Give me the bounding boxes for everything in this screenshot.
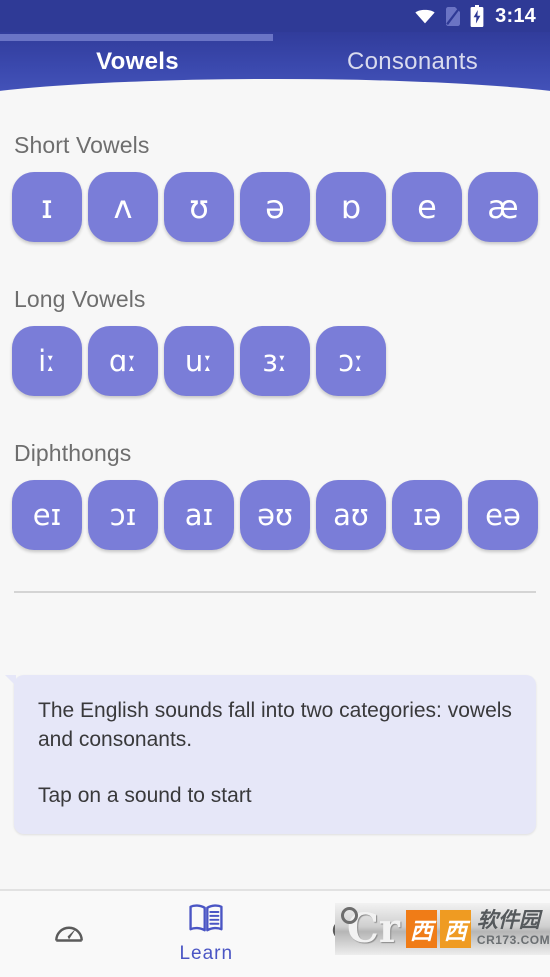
sound-tile[interactable]: e: [392, 172, 462, 242]
status-bar-clock: 3:14: [495, 5, 536, 27]
site-watermark: Cr 西 西 软件园 CR173.COM: [335, 903, 550, 955]
info-bubble-paragraph-1: The English sounds fall into two categor…: [38, 699, 512, 751]
sound-tile[interactable]: ɒ: [316, 172, 386, 242]
watermark-text-group: 软件园 CR173.COM: [477, 909, 550, 949]
sound-row-long-vowels: iː ɑː uː ɜː ɔː: [0, 313, 550, 396]
sound-tile[interactable]: ɑː: [88, 326, 158, 396]
app-header: Vowels Consonants: [0, 32, 550, 97]
app-root: 3:14 Vowels Consonants Short Vowels ɪ ʌ …: [0, 0, 550, 977]
section-long-vowels: Long Vowels iː ɑː uː ɜː ɔː: [0, 286, 550, 396]
nav-item-learn-label: Learn: [179, 943, 234, 964]
nav-item-learn[interactable]: Learn: [138, 891, 276, 977]
sound-tile[interactable]: iː: [12, 326, 82, 396]
section-title-short-vowels: Short Vowels: [14, 132, 150, 158]
progress-indicator: [0, 34, 273, 41]
sound-tile[interactable]: aʊ: [316, 480, 386, 550]
section-diphthongs: Diphthongs eɪ ɔɪ aɪ əʊ aʊ ɪə eə: [0, 440, 550, 550]
sound-tile[interactable]: ɜː: [240, 326, 310, 396]
sound-row-short-vowels: ɪ ʌ ʊ ə ɒ e æ: [0, 159, 550, 242]
sound-tile[interactable]: ɪə: [392, 480, 462, 550]
sound-tile[interactable]: ɪ: [12, 172, 82, 242]
sound-tile[interactable]: aɪ: [164, 480, 234, 550]
nav-item-practice[interactable]: [0, 891, 138, 977]
sound-tile[interactable]: ɔɪ: [88, 480, 158, 550]
watermark-badge-1: 西: [405, 910, 437, 948]
watermark-site-name: 软件园: [476, 908, 540, 933]
section-divider: [14, 591, 536, 593]
sound-tile[interactable]: æ: [468, 172, 538, 242]
section-short-vowels: Short Vowels ɪ ʌ ʊ ə ɒ e æ: [0, 132, 550, 242]
tab-bar: Vowels Consonants: [0, 44, 550, 86]
watermark-badge-2: 西: [439, 910, 471, 948]
sound-tile[interactable]: eə: [468, 480, 538, 550]
status-bar: 3:14: [0, 0, 550, 32]
speedometer-icon: [52, 915, 86, 954]
sound-tile[interactable]: ɔː: [316, 326, 386, 396]
sound-tile[interactable]: ə: [240, 172, 310, 242]
battery-charging-icon: [470, 5, 484, 27]
tab-consonants[interactable]: Consonants: [275, 44, 550, 86]
watermark-url: CR173.COM: [476, 933, 550, 947]
info-bubble-container: The English sounds fall into two categor…: [0, 675, 550, 834]
section-title-long-vowels: Long Vowels: [14, 286, 146, 312]
sound-tile[interactable]: ʊ: [164, 172, 234, 242]
info-bubble-paragraph-2: Tap on a sound to start: [38, 784, 252, 807]
sound-tile[interactable]: uː: [164, 326, 234, 396]
tab-vowels[interactable]: Vowels: [0, 44, 275, 86]
sound-tile[interactable]: əʊ: [240, 480, 310, 550]
sound-tile[interactable]: ʌ: [88, 172, 158, 242]
main-content: Short Vowels ɪ ʌ ʊ ə ɒ e æ Long Vowels i…: [0, 97, 550, 834]
wifi-icon: [414, 5, 436, 27]
watermark-ring-icon: [341, 907, 358, 924]
info-bubble: The English sounds fall into two categor…: [5, 675, 536, 834]
open-book-icon: [189, 903, 223, 938]
section-title-diphthongs: Diphthongs: [14, 440, 132, 466]
sound-tile[interactable]: eɪ: [12, 480, 82, 550]
bottom-navigation: Learn Cr 西 西 软件园 CR173.COM: [0, 889, 550, 977]
sim-card-icon: [445, 6, 461, 27]
watermark-badges: 西 西: [405, 910, 471, 948]
sound-row-diphthongs: eɪ ɔɪ aɪ əʊ aʊ ɪə eə: [0, 467, 550, 550]
